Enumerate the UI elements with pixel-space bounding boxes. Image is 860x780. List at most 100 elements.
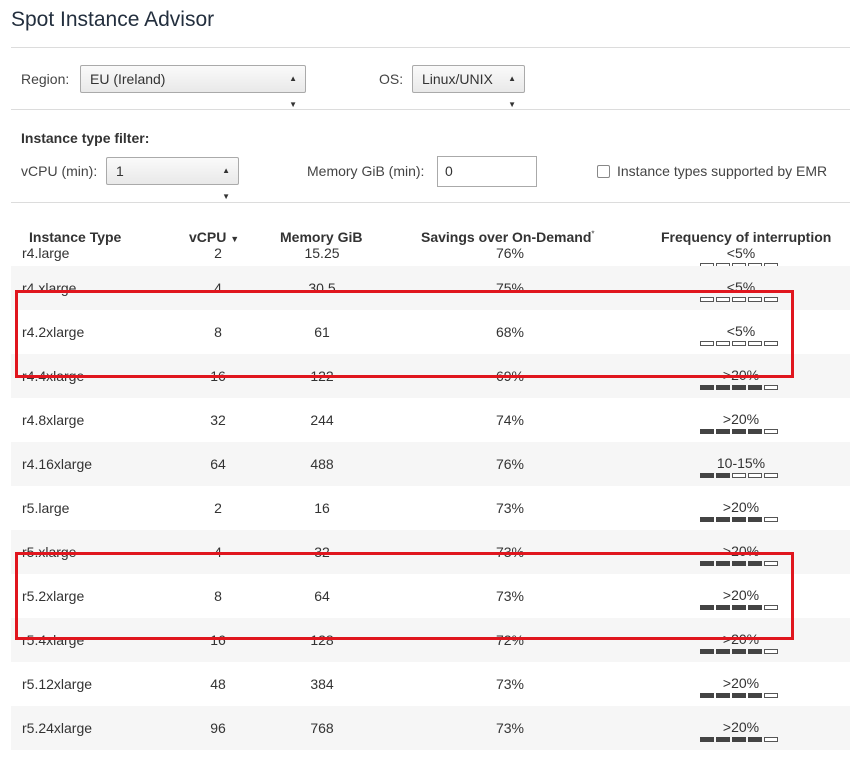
frequency-cell: <5% [726, 279, 756, 295]
frequency-meter-segment [748, 385, 762, 390]
table-row: r5.4xlarge 16 128 72% >20% [11, 618, 850, 662]
frequency-meter-segment [764, 429, 778, 434]
frequency-meter-segment [700, 517, 714, 522]
frequency-meter-segment [716, 385, 730, 390]
frequency-meter-segment [732, 649, 746, 654]
frequency-meter-segment [748, 693, 762, 698]
region-select[interactable]: EU (Ireland) ▲ ▼ [80, 65, 306, 109]
frequency-meter-segment [748, 561, 762, 566]
frequency-meter-segment [716, 473, 730, 478]
vcpu-cell-text: 16 [210, 368, 226, 384]
vcpu-cell-text: 96 [210, 720, 226, 736]
memory-cell-text: 16 [314, 500, 330, 516]
frequency-cell: >20% [722, 719, 760, 735]
frequency-meter-segment [732, 385, 746, 390]
savings-cell-text: 72% [495, 632, 525, 648]
vcpu-cell-text: 2 [214, 500, 222, 516]
frequency-meter-segment [748, 429, 762, 434]
frequency-cell: >20% [722, 543, 760, 559]
frequency-meter-segment [764, 473, 778, 478]
frequency-cell: <5% [726, 323, 756, 339]
frequency-cell: >20% [722, 367, 760, 383]
table-row: r5.2xlarge 8 64 73% >20% [11, 574, 850, 618]
vcpu-cell-text: 48 [210, 676, 226, 692]
frequency-meter-segment [716, 297, 730, 302]
memory-min-label: Memory GiB (min): [307, 163, 425, 179]
frequency-meter-segment [716, 561, 730, 566]
frequency-meter-segment [764, 693, 778, 698]
frequency-meter-segment [764, 341, 778, 346]
vcpu-cell-text: 8 [214, 324, 222, 340]
frequency-cell: <5% [726, 245, 756, 261]
savings-cell-text: 76% [495, 456, 525, 472]
instance-type-cell: r4.xlarge [22, 280, 77, 296]
frequency-meter-segment [700, 385, 714, 390]
savings-cell-text: 69% [495, 368, 525, 384]
frequency-meter-segment [732, 693, 746, 698]
table-row: r5.large 2 16 73% >20% [11, 486, 850, 530]
table-row: r4.large 2 15.25 76% <5% [11, 243, 850, 268]
divider [11, 202, 850, 203]
frequency-meter-segment [732, 297, 746, 302]
emr-checkbox[interactable] [597, 165, 610, 178]
instance-type-cell: r5.4xlarge [22, 632, 85, 648]
vcpu-cell-text: 16 [210, 632, 226, 648]
table-row: r4.xlarge 4 30.5 75% <5% [11, 266, 850, 310]
savings-cell-text: 68% [495, 324, 525, 340]
frequency-meter-segment [748, 297, 762, 302]
region-select-value: EU (Ireland) [90, 71, 166, 87]
frequency-meter-segment [748, 649, 762, 654]
frequency-cell: >20% [722, 631, 760, 647]
frequency-cell: >20% [722, 675, 760, 691]
vcpu-min-select[interactable]: 1 ▲ ▼ [106, 157, 239, 201]
instance-type-cell: r4.8xlarge [22, 412, 85, 428]
memory-cell-text: 61 [314, 324, 330, 340]
frequency-meter [700, 693, 778, 698]
os-select-value: Linux/UNIX [422, 71, 493, 87]
frequency-cell: 10-15% [716, 455, 766, 471]
frequency-meter-segment [716, 737, 730, 742]
frequency-meter-segment [732, 429, 746, 434]
frequency-meter-segment [748, 737, 762, 742]
memory-cell-text: 30.5 [308, 280, 336, 296]
frequency-cell: >20% [722, 587, 760, 603]
table-row: r4.4xlarge 16 122 69% >20% [11, 354, 850, 398]
os-select[interactable]: Linux/UNIX ▲ ▼ [412, 65, 525, 109]
frequency-meter-segment [748, 473, 762, 478]
frequency-meter [700, 385, 778, 390]
frequency-meter-segment [764, 561, 778, 566]
frequency-meter-segment [700, 561, 714, 566]
region-label: Region: [21, 71, 70, 87]
vcpu-cell-text: 64 [210, 456, 226, 472]
vcpu-cell-text: 8 [214, 588, 222, 604]
frequency-meter-segment [716, 517, 730, 522]
footnote-marker: * [591, 229, 595, 239]
savings-cell-text: 73% [495, 500, 525, 516]
select-arrows-icon: ▲ ▼ [289, 74, 297, 109]
frequency-meter-segment [700, 473, 714, 478]
frequency-meter-segment [732, 605, 746, 610]
memory-cell-text: 384 [310, 676, 334, 692]
memory-min-input[interactable]: 0 [437, 156, 537, 187]
vcpu-cell-text: 4 [214, 544, 222, 560]
frequency-meter-segment [748, 605, 762, 610]
instance-type-cell: r5.large [22, 500, 70, 516]
frequency-meter-segment [732, 737, 746, 742]
emr-checkbox-label: Instance types supported by EMR [617, 163, 828, 179]
frequency-meter [700, 649, 778, 654]
memory-cell-text: 64 [314, 588, 330, 604]
table-row: r4.2xlarge 8 61 68% <5% [11, 310, 850, 354]
memory-cell-text: 768 [310, 720, 334, 736]
frequency-cell: >20% [722, 499, 760, 515]
savings-cell-text: 75% [495, 280, 525, 296]
vcpu-cell-text: 2 [214, 245, 222, 261]
frequency-meter-segment [716, 429, 730, 434]
frequency-meter [700, 737, 778, 742]
instance-type-cell: r5.12xlarge [22, 676, 93, 692]
frequency-meter [700, 561, 778, 566]
frequency-meter-segment [700, 429, 714, 434]
frequency-meter-segment [764, 649, 778, 654]
memory-cell-text: 15.25 [304, 245, 340, 261]
savings-cell-text: 73% [495, 676, 525, 692]
frequency-meter-segment [748, 341, 762, 346]
